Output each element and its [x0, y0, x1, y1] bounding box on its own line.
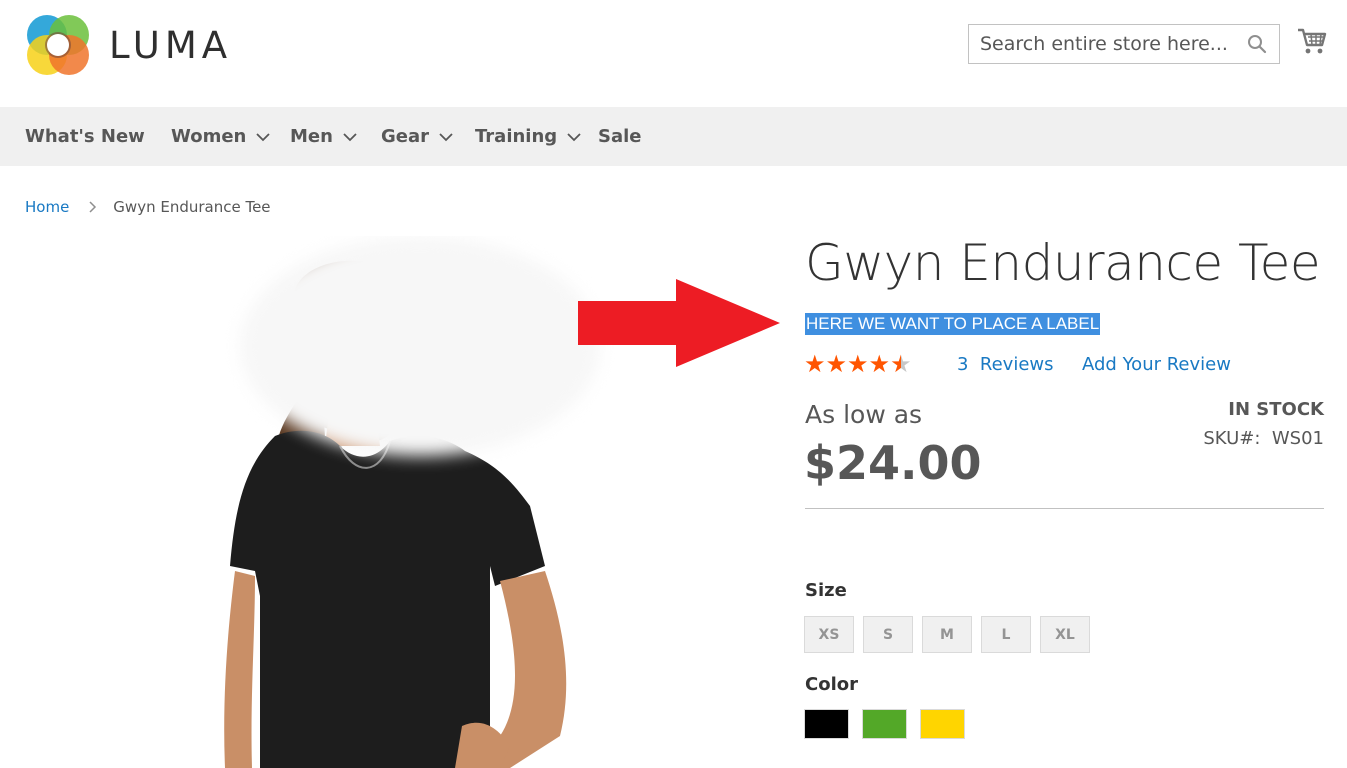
color-options [804, 709, 978, 739]
nav-item-men[interactable]: Men [290, 107, 357, 166]
product-sku: SKU#: WS01 [1203, 428, 1324, 449]
chevron-down-icon [439, 132, 453, 141]
main-navigation: What's New Women Men Gear Training Sale [0, 107, 1347, 166]
stock-status: IN STOCK [1228, 399, 1324, 420]
chevron-down-icon [256, 132, 270, 141]
size-swatch-s[interactable]: S [863, 616, 913, 653]
chevron-down-icon [567, 132, 581, 141]
reviews-count: 3 [957, 354, 969, 375]
star-icon: ★ [847, 351, 869, 378]
price-prefix: As low as [805, 400, 923, 429]
star-icon: ★ [825, 351, 848, 378]
color-label: Color [805, 674, 858, 695]
search-box[interactable] [968, 24, 1280, 64]
color-swatch-green[interactable] [862, 709, 907, 739]
size-label: Size [805, 580, 847, 601]
breadcrumb-current: Gwyn Endurance Tee [113, 198, 271, 216]
breadcrumb-home-link[interactable]: Home [25, 198, 69, 216]
nav-item-training[interactable]: Training [475, 107, 581, 166]
nav-item-label: Training [475, 126, 558, 147]
divider [805, 508, 1324, 509]
size-swatch-xl[interactable]: XL [1040, 616, 1090, 653]
luma-logo-icon [27, 15, 89, 75]
rating-stars: ★ ★ ★ ★ ★ [804, 353, 912, 377]
color-swatch-yellow[interactable] [920, 709, 965, 739]
size-swatch-m[interactable]: M [922, 616, 972, 653]
star-half-icon: ★ [890, 351, 912, 378]
star-icon: ★ [868, 351, 891, 378]
add-review-link[interactable]: Add Your Review [1082, 354, 1231, 375]
nav-item-whats-new[interactable]: What's New [25, 107, 145, 166]
product-rating: ★ ★ ★ ★ ★ [804, 353, 912, 377]
product-image[interactable] [200, 236, 640, 768]
nav-item-women[interactable]: Women [171, 107, 270, 166]
brand-name: LUMA [109, 23, 233, 67]
nav-item-gear[interactable]: Gear [381, 107, 453, 166]
sku-value: WS01 [1271, 428, 1324, 449]
color-swatch-black[interactable] [804, 709, 849, 739]
star-icon: ★ [804, 351, 826, 378]
breadcrumb-chevron-icon [89, 201, 97, 213]
search-input[interactable] [969, 25, 1239, 63]
size-swatch-l[interactable]: L [981, 616, 1031, 653]
page-header: LUMA [0, 0, 1347, 107]
product-image-background [240, 236, 600, 456]
breadcrumb: Home Gwyn Endurance Tee [25, 198, 271, 216]
product-price: $24.00 [804, 436, 982, 490]
nav-item-label: What's New [25, 126, 145, 147]
nav-item-label: Men [290, 126, 333, 147]
size-swatch-xs[interactable]: XS [804, 616, 854, 653]
reviews-link[interactable]: 3 Reviews [957, 354, 1054, 375]
chevron-down-icon [343, 132, 357, 141]
nav-item-sale[interactable]: Sale [598, 107, 642, 166]
luma-logo[interactable]: LUMA [25, 12, 232, 78]
nav-item-label: Women [171, 126, 247, 147]
reviews-word: Reviews [979, 354, 1054, 375]
product-label-placeholder[interactable]: HERE WE WANT TO PLACE A LABEL [805, 313, 1101, 335]
search-icon[interactable] [1247, 34, 1267, 54]
size-options: XS S M L XL [804, 616, 1099, 653]
nav-item-label: Sale [598, 126, 642, 147]
red-arrow-icon [578, 279, 780, 367]
sku-label: SKU#: [1203, 428, 1261, 449]
cart-icon[interactable] [1297, 27, 1327, 55]
nav-item-label: Gear [381, 126, 430, 147]
product-title: Gwyn Endurance Tee [805, 234, 1321, 292]
